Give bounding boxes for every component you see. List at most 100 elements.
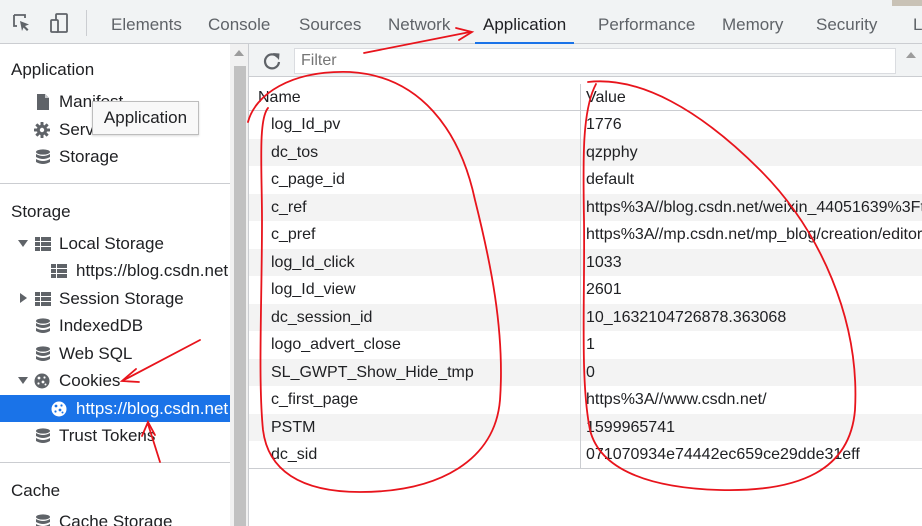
cookie-value: https%3A//mp.csdn.net/mp_blog/creation/e… <box>586 226 922 243</box>
grid-icon <box>35 237 51 251</box>
table-row[interactable]: c_ref https%3A//blog.csdn.net/weixin_4405… <box>249 193 922 221</box>
table-row[interactable]: c_first_page https%3A//www.csdn.net/ <box>249 386 922 414</box>
tab-lighthouse[interactable]: L <box>913 0 922 44</box>
cookie-value: 1599965741 <box>586 418 675 436</box>
sidebar-scrollbar[interactable] <box>230 44 248 526</box>
section-title-storage: Storage <box>11 202 71 221</box>
table-row[interactable]: log_Id_click 1033 <box>249 248 922 276</box>
tab-memory[interactable]: Memory <box>722 0 783 44</box>
cookie-icon <box>51 401 67 417</box>
sidebar-item-label: IndexedDB <box>59 316 144 335</box>
cookie-table: Name Value log_Id_pv 1776 dc_tos qzpphy c_… <box>249 84 922 469</box>
table-row[interactable]: logo_advert_close 1 <box>249 331 922 359</box>
filter-input[interactable] <box>294 48 896 74</box>
tab-application[interactable]: Application <box>474 0 575 44</box>
database-icon <box>36 346 50 361</box>
scroll-up-arrow-icon[interactable] <box>234 50 244 56</box>
sidebar-item-trust-tokens[interactable]: Trust Tokens <box>0 422 230 449</box>
cookie-value: 10_1632104726878.363068 <box>586 308 787 326</box>
gear-icon <box>34 122 50 138</box>
device-toolbar-icon[interactable] <box>48 12 70 34</box>
tab-security[interactable]: Security <box>816 0 877 44</box>
cookie-name: log_Id_view <box>271 281 356 298</box>
sidebar-item-session-storage[interactable]: Session Storage <box>0 285 230 312</box>
sidebar-item-label: Cache Storage <box>59 512 173 526</box>
table-row[interactable]: dc_tos qzpphy <box>249 138 922 166</box>
sidebar-item-label: Cookies <box>59 371 121 390</box>
cookie-name: c_first_page <box>271 391 359 408</box>
table-row[interactable]: SL_GWPT_Show_Hide_tmp 0 <box>249 358 922 386</box>
cookie-value: default <box>586 171 635 188</box>
expand-triangle-icon[interactable] <box>18 377 28 384</box>
cookie-name: c_page_id <box>271 171 345 188</box>
file-icon <box>37 94 49 110</box>
sidebar-item-storage[interactable]: Storage <box>0 143 230 170</box>
table-row[interactable]: dc_session_id 10_1632104726878.363068 <box>249 303 922 331</box>
section-title-cache: Cache <box>11 481 61 500</box>
sidebar-item-cookies[interactable]: Cookies <box>0 367 230 394</box>
database-icon <box>36 514 50 526</box>
section-divider <box>0 183 230 184</box>
column-resizer[interactable] <box>580 84 581 468</box>
sidebar-item-cache-storage[interactable]: Cache Storage <box>0 508 230 526</box>
tab-performance[interactable]: Performance <box>598 0 695 44</box>
grid-icon <box>51 264 67 278</box>
cookie-name: logo_advert_close <box>271 336 401 353</box>
sidebar-item-label: Storage <box>59 147 119 166</box>
database-icon <box>36 318 50 333</box>
cookie-value: https%3A//www.csdn.net/ <box>586 391 767 408</box>
window-corner <box>892 0 922 6</box>
sidebar-item-label: Local Storage <box>59 234 164 253</box>
sidebar-item-web-sql[interactable]: Web SQL <box>0 340 230 367</box>
section-divider <box>0 462 230 463</box>
scroll-up-arrow-icon[interactable] <box>906 52 916 58</box>
table-row[interactable]: dc_sid 071070934e74442ec659ce29dde31eff <box>249 441 922 469</box>
devtools-tab-bar: Elements Console Sources Network Applica… <box>0 0 922 44</box>
scrollbar-thumb[interactable] <box>234 66 246 526</box>
sidebar-item-label: Session Storage <box>59 289 184 308</box>
inspect-element-icon[interactable] <box>11 12 33 34</box>
cookie-name: c_pref <box>271 226 316 243</box>
cookie-value: 2601 <box>586 281 622 298</box>
tab-console[interactable]: Console <box>208 0 270 44</box>
table-row[interactable]: c_page_id default <box>249 166 922 194</box>
database-icon <box>36 149 50 164</box>
table-body: log_Id_pv 1776 dc_tos qzpphy c_page_id defa… <box>249 111 922 469</box>
table-header: Name Value <box>249 84 922 111</box>
cookie-value: 071070934e74442ec659ce29dde31eff <box>586 446 860 463</box>
cookie-value: qzpphy <box>586 143 638 161</box>
sidebar-item-local-storage-origin[interactable]: https://blog.csdn.net <box>0 257 230 284</box>
tab-elements[interactable]: Elements <box>111 0 182 44</box>
section-title-application: Application <box>11 60 95 79</box>
cookie-value: 1776 <box>586 116 622 133</box>
column-header-value[interactable]: Value <box>586 84 626 112</box>
cookie-name: dc_session_id <box>271 308 373 326</box>
cookie-name: PSTM <box>271 418 316 436</box>
sidebar-item-local-storage[interactable]: Local Storage <box>0 230 230 257</box>
cookie-name: log_Id_pv <box>271 116 341 133</box>
sidebar-item-indexeddb[interactable]: IndexedDB <box>0 312 230 339</box>
tooltip: Application <box>92 101 199 135</box>
sidebar-item-label: https://blog.csdn.net <box>76 261 229 280</box>
table-row[interactable]: PSTM 1599965741 <box>249 413 922 441</box>
tab-network[interactable]: Network <box>388 0 450 44</box>
cookie-name: log_Id_click <box>271 253 355 271</box>
table-row[interactable]: log_Id_view 2601 <box>249 276 922 304</box>
table-row[interactable]: log_Id_pv 1776 <box>249 111 922 139</box>
sidebar-item-label: Trust Tokens <box>59 426 156 445</box>
database-icon <box>36 428 50 443</box>
sidebar-item-label: https://blog.csdn.net <box>76 399 229 418</box>
refresh-icon[interactable] <box>262 51 282 71</box>
sidebar-item-cookies-origin[interactable]: https://blog.csdn.net <box>0 395 230 422</box>
expand-triangle-icon[interactable] <box>18 240 28 247</box>
cookie-name: c_ref <box>271 198 307 216</box>
table-bottom-border <box>249 468 922 469</box>
cookie-value: 1033 <box>586 253 622 271</box>
cookie-icon <box>34 373 50 389</box>
cookie-value: https%3A//blog.csdn.net/weixin_44051639%… <box>586 198 922 216</box>
tab-sources[interactable]: Sources <box>299 0 361 44</box>
cookie-name: dc_sid <box>271 446 318 463</box>
expand-triangle-icon[interactable] <box>20 293 27 303</box>
table-row[interactable]: c_pref https%3A//mp.csdn.net/mp_blog/crea… <box>249 221 922 249</box>
column-header-name[interactable]: Name <box>258 84 301 112</box>
